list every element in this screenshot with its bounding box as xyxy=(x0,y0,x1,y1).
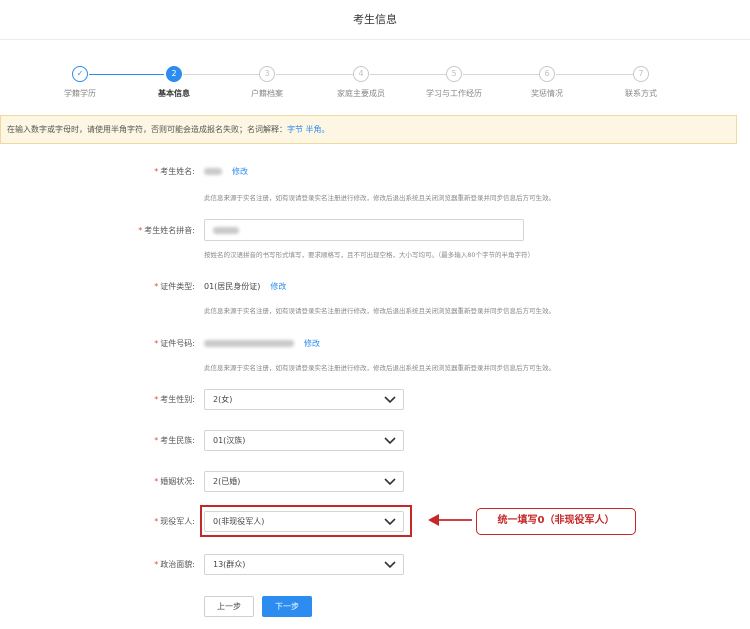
name-redacted xyxy=(204,168,222,175)
step-connector xyxy=(276,74,353,75)
step-3-circle[interactable]: 3 xyxy=(259,66,275,82)
arrow-left-icon xyxy=(428,514,472,526)
political-select[interactable]: 13(群众) xyxy=(204,554,404,575)
step-progress: ✓ 学籍学历 2 基本信息 3 户籍档案 4 家庭主要成员 5 学习与工作经历 … xyxy=(0,64,750,104)
chevron-down-icon xyxy=(384,478,396,486)
notice-text: 在输入数字或字母时，请使用半角字符，否则可能会造成报名失败；名词解释： xyxy=(7,125,287,134)
id-type-value: 01(居民身份证) 修改 xyxy=(204,282,287,291)
step-connector xyxy=(463,74,539,75)
step-7-circle[interactable]: 7 xyxy=(633,66,649,82)
step-connector xyxy=(556,74,633,75)
step-1-check-icon[interactable]: ✓ xyxy=(72,66,88,82)
marital-label: * 婚姻状况: xyxy=(154,477,195,486)
military-label: * 现役军人: xyxy=(154,517,195,526)
gender-select[interactable]: 2(女) xyxy=(204,389,404,410)
military-highlight-box xyxy=(200,505,412,537)
notice-link[interactable]: 字节 半角。 xyxy=(287,125,330,134)
prev-button[interactable]: 上一步 xyxy=(204,596,254,617)
step-connector xyxy=(183,74,259,75)
step-1-label[interactable]: 学籍学历 xyxy=(40,88,120,99)
marital-select[interactable]: 2(已婚) xyxy=(204,471,404,492)
step-4-circle[interactable]: 4 xyxy=(353,66,369,82)
step-connector xyxy=(89,74,164,75)
id-number-edit-link[interactable]: 修改 xyxy=(304,339,320,348)
notice-banner: 在输入数字或字母时，请使用半角字符，否则可能会造成报名失败；名词解释：字节 半角… xyxy=(0,115,737,144)
ethnicity-label: * 考生民族: xyxy=(154,436,195,445)
chevron-down-icon xyxy=(384,561,396,569)
step-6-label[interactable]: 奖惩情况 xyxy=(507,88,587,99)
pinyin-label: * 考生姓名拼音: xyxy=(138,226,195,235)
ethnicity-select[interactable]: 01(汉族) xyxy=(204,430,404,451)
annotation-callout: 统一填写0（非现役军人） xyxy=(476,508,636,535)
id-number-redacted xyxy=(204,340,294,347)
pinyin-input[interactable] xyxy=(204,219,524,241)
next-button[interactable]: 下一步 xyxy=(262,596,312,617)
required-mark: * xyxy=(154,167,159,176)
step-2-circle[interactable]: 2 xyxy=(166,66,182,82)
step-7-label[interactable]: 联系方式 xyxy=(601,88,681,99)
step-3-label[interactable]: 户籍档案 xyxy=(227,88,307,99)
name-hint: 此信息来源于实名注册，如有误请登录实名注册进行修改，修改后退出系统且关闭浏览器重… xyxy=(204,194,555,202)
id-number-hint: 此信息来源于实名注册，如有误请登录实名注册进行修改，修改后退出系统且关闭浏览器重… xyxy=(204,364,555,372)
id-type-hint: 此信息来源于实名注册，如有误请登录实名注册进行修改，修改后退出系统且关闭浏览器重… xyxy=(204,307,555,315)
step-5-label[interactable]: 学习与工作经历 xyxy=(414,88,494,99)
step-2-label[interactable]: 基本信息 xyxy=(134,88,214,99)
page-title: 考生信息 xyxy=(353,13,397,26)
step-5-circle[interactable]: 5 xyxy=(446,66,462,82)
step-4-label[interactable]: 家庭主要成员 xyxy=(321,88,401,99)
page-header: 考生信息 xyxy=(0,0,750,40)
political-label: * 政治面貌: xyxy=(154,560,195,569)
step-6-circle[interactable]: 6 xyxy=(539,66,555,82)
pinyin-redacted xyxy=(213,227,239,234)
id-type-label: * 证件类型: xyxy=(154,282,195,291)
id-number-value: 修改 xyxy=(204,338,320,349)
name-edit-link[interactable]: 修改 xyxy=(232,167,248,176)
step-connector xyxy=(370,74,446,75)
name-value: 修改 xyxy=(204,166,248,177)
gender-label: * 考生性别: xyxy=(154,395,195,404)
chevron-down-icon xyxy=(384,396,396,404)
chevron-down-icon xyxy=(384,437,396,445)
name-label: * 考生姓名: xyxy=(154,167,195,176)
id-type-edit-link[interactable]: 修改 xyxy=(270,282,286,291)
pinyin-hint: 按姓名的汉语拼音的书写形式填写，要求顺格写，且不可出现空格，大小写均可。（最多输… xyxy=(204,251,535,259)
id-number-label: * 证件号码: xyxy=(154,339,195,348)
